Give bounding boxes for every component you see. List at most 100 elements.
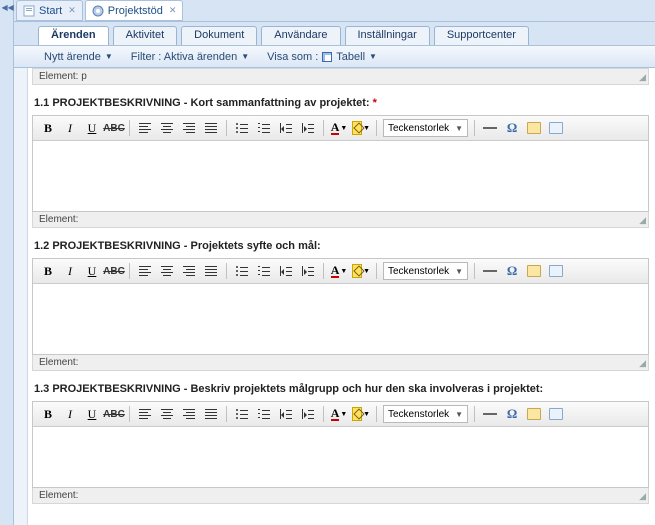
ordered-list-button[interactable]	[255, 262, 273, 280]
rte-3-element-bar: Element: ◢	[32, 488, 649, 504]
underline-button[interactable]: U	[83, 262, 101, 280]
tab-dokument[interactable]: Dokument	[181, 26, 257, 45]
align-left-button[interactable]	[136, 262, 154, 280]
special-char-button[interactable]: Ω	[503, 405, 521, 423]
tab-support[interactable]: Supportcenter	[434, 26, 529, 45]
rte-2-toolbar: B I U ABC A▼ ▼	[33, 259, 648, 284]
tab-projektstod-label: Projektstöd	[108, 5, 163, 17]
paste-button[interactable]	[525, 262, 543, 280]
bullet-list-button[interactable]	[233, 119, 251, 137]
section-3-title: 1.3 PROJEKTBESKRIVNING - Beskriv projekt…	[32, 371, 649, 401]
italic-button[interactable]: I	[61, 262, 79, 280]
highlight-color-button[interactable]: ▼	[352, 119, 370, 137]
underline-button[interactable]: U	[83, 405, 101, 423]
strike-button[interactable]: ABC	[105, 262, 123, 280]
tab-aktivitet[interactable]: Aktivitet	[113, 26, 178, 45]
font-size-select[interactable]: Teckenstorlek▼	[383, 262, 468, 280]
bold-button[interactable]: B	[39, 119, 57, 137]
outdent-button[interactable]	[277, 262, 295, 280]
indent-button[interactable]	[299, 262, 317, 280]
ordered-list-button[interactable]	[255, 405, 273, 423]
highlight-color-button[interactable]: ▼	[352, 262, 370, 280]
align-left-button[interactable]	[136, 405, 154, 423]
paste-word-button[interactable]	[547, 405, 565, 423]
chevron-down-icon: ▼	[369, 52, 377, 61]
strike-button[interactable]: ABC	[105, 119, 123, 137]
tab-anvandare[interactable]: Användare	[261, 26, 340, 45]
italic-button[interactable]: I	[61, 405, 79, 423]
tab-projektstod[interactable]: Projektstöd ✕	[85, 0, 184, 21]
align-left-button[interactable]	[136, 119, 154, 137]
special-char-button[interactable]: Ω	[503, 262, 521, 280]
outdent-button[interactable]	[277, 119, 295, 137]
rte-1-body[interactable]	[33, 141, 648, 211]
special-char-button[interactable]: Ω	[503, 119, 521, 137]
element-path-bar: Element: p ◢	[32, 68, 649, 85]
ordered-list-button[interactable]	[255, 119, 273, 137]
chevron-down-icon: ▼	[241, 52, 249, 61]
collapse-left-panel[interactable]: ◀◀	[2, 2, 12, 14]
view-as-menu[interactable]: Visa som : Tabell ▼	[267, 51, 377, 63]
chevron-down-icon: ▼	[455, 124, 463, 133]
font-size-select[interactable]: Teckenstorlek▼	[383, 119, 468, 137]
bold-button[interactable]: B	[39, 262, 57, 280]
rte-1-element-bar: Element: ◢	[32, 212, 649, 228]
tab-installningar[interactable]: Inställningar	[345, 26, 430, 45]
paste-button[interactable]	[525, 405, 543, 423]
table-icon	[322, 52, 332, 62]
text-color-button[interactable]: A▼	[330, 405, 348, 423]
bullet-list-button[interactable]	[233, 405, 251, 423]
horizontal-rule-button[interactable]	[481, 262, 499, 280]
indent-button[interactable]	[299, 119, 317, 137]
font-size-select[interactable]: Teckenstorlek▼	[383, 405, 468, 423]
required-marker: *	[373, 97, 377, 109]
highlight-color-button[interactable]: ▼	[352, 405, 370, 423]
content-gutter	[14, 68, 28, 525]
align-right-button[interactable]	[180, 405, 198, 423]
paste-button[interactable]	[525, 119, 543, 137]
bold-button[interactable]: B	[39, 405, 57, 423]
chevron-down-icon: ▼	[105, 52, 113, 61]
paste-word-button[interactable]	[547, 262, 565, 280]
underline-button[interactable]: U	[83, 119, 101, 137]
align-justify-button[interactable]	[202, 119, 220, 137]
section-2-title: 1.2 PROJEKTBESKRIVNING - Projektets syft…	[32, 228, 649, 258]
align-right-button[interactable]	[180, 262, 198, 280]
rte-2-body[interactable]	[33, 284, 648, 354]
close-icon[interactable]: ✕	[169, 5, 177, 16]
rte-3: B I U ABC A▼ ▼	[32, 401, 649, 488]
tab-start[interactable]: Start ✕	[16, 0, 83, 21]
page-icon	[23, 5, 35, 17]
align-right-button[interactable]	[180, 119, 198, 137]
italic-button[interactable]: I	[61, 119, 79, 137]
gear-icon	[92, 5, 104, 17]
rte-3-body[interactable]	[33, 427, 648, 487]
outdent-button[interactable]	[277, 405, 295, 423]
resize-handle-icon[interactable]: ◢	[639, 215, 646, 226]
close-icon[interactable]: ✕	[68, 5, 76, 16]
rte-1-toolbar: B I U ABC A▼ ▼	[33, 116, 648, 141]
paste-word-button[interactable]	[547, 119, 565, 137]
section-1-title: 1.1 PROJEKTBESKRIVNING - Kort sammanfatt…	[32, 85, 649, 115]
list-toolbar: Nytt ärende▼ Filter : Aktiva ärenden▼ Vi…	[14, 46, 655, 68]
resize-handle-icon[interactable]: ◢	[639, 358, 646, 369]
align-center-button[interactable]	[158, 119, 176, 137]
resize-handle-icon[interactable]: ◢	[639, 491, 646, 502]
new-issue-menu[interactable]: Nytt ärende▼	[44, 51, 113, 63]
text-color-button[interactable]: A▼	[330, 262, 348, 280]
resize-handle-icon[interactable]: ◢	[639, 72, 646, 83]
align-justify-button[interactable]	[202, 405, 220, 423]
chevron-down-icon: ▼	[455, 267, 463, 276]
text-color-button[interactable]: A▼	[330, 119, 348, 137]
horizontal-rule-button[interactable]	[481, 119, 499, 137]
module-tab-strip: Ärenden Aktivitet Dokument Användare Ins…	[14, 22, 655, 46]
tab-arenden[interactable]: Ärenden	[38, 26, 109, 45]
strike-button[interactable]: ABC	[105, 405, 123, 423]
indent-button[interactable]	[299, 405, 317, 423]
align-center-button[interactable]	[158, 262, 176, 280]
bullet-list-button[interactable]	[233, 262, 251, 280]
horizontal-rule-button[interactable]	[481, 405, 499, 423]
filter-menu[interactable]: Filter : Aktiva ärenden▼	[131, 51, 249, 63]
align-center-button[interactable]	[158, 405, 176, 423]
align-justify-button[interactable]	[202, 262, 220, 280]
